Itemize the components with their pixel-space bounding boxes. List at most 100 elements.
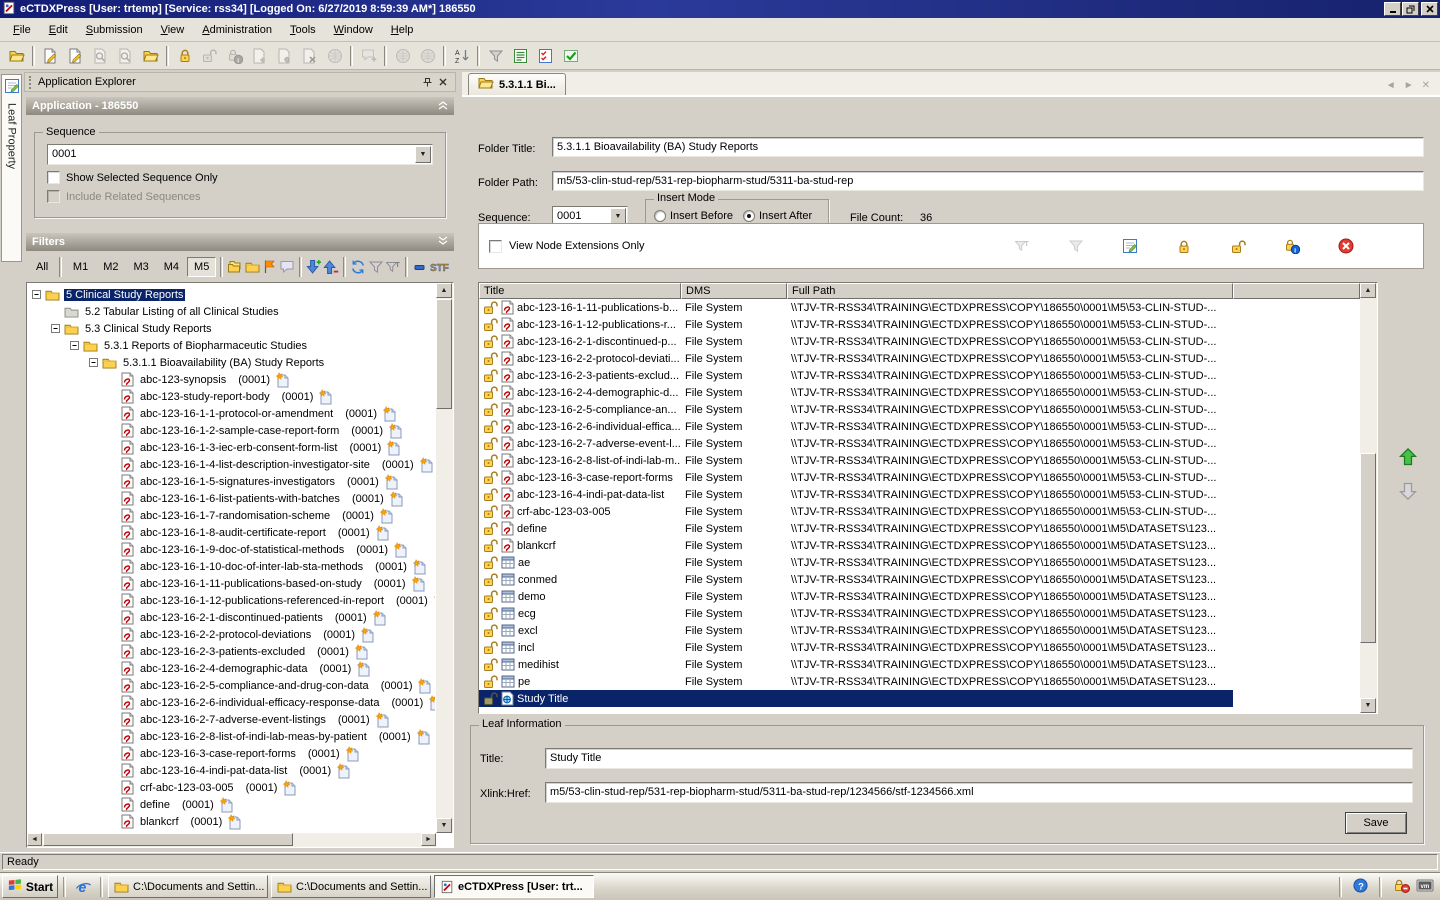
report-view-button[interactable]: [508, 44, 533, 68]
internet-explorer-icon[interactable]: e: [71, 875, 95, 898]
expander-minus-icon[interactable]: [32, 290, 41, 299]
tree-node[interactable]: abc-123-16-1-10-doc-of-inter-lab-sta-met…: [30, 558, 435, 575]
tree-node[interactable]: abc-123-16-1-11-publications-based-on-st…: [30, 575, 435, 592]
filters-section-header[interactable]: Filters: [26, 233, 454, 251]
menu-administration[interactable]: Administration: [193, 20, 281, 40]
open-application-button[interactable]: [4, 44, 29, 68]
pin-icon[interactable]: [419, 75, 435, 89]
lock-icon-button[interactable]: [1173, 235, 1195, 257]
table-row[interactable]: ecgFile System\\TJV-TR-RSS34\TRAINING\EC…: [479, 605, 1360, 622]
leaf-property-tab[interactable]: Leaf Property: [1, 74, 22, 262]
tree-node[interactable]: abc-123-16-1-7-randomisation-scheme(0001…: [30, 507, 435, 524]
menu-file[interactable]: File: [4, 20, 40, 40]
tree-node[interactable]: abc-123-16-2-1-discontinued-patients(000…: [30, 609, 435, 626]
tree-node[interactable]: abc-123-16-2-5-compliance-and-drug-con-d…: [30, 677, 435, 694]
table-row[interactable]: conmedFile System\\TJV-TR-RSS34\TRAINING…: [479, 571, 1360, 588]
sequence-combobox[interactable]: 0001 ▼: [47, 144, 433, 165]
table-vertical-scrollbar[interactable]: ▲ ▼: [1360, 283, 1377, 713]
tree-node[interactable]: abc-123-synopsis(0001): [30, 371, 435, 388]
column-header-extra[interactable]: [1233, 283, 1360, 299]
leaf-title-field[interactable]: Study Title: [545, 748, 1413, 769]
filter-gray-icon[interactable]: [367, 256, 383, 278]
table-row[interactable]: abc-123-16-2-3-patients-exclud...File Sy…: [479, 367, 1360, 384]
tree-node[interactable]: abc-123-study-report-body(0001): [30, 388, 435, 405]
tree-node[interactable]: abc-123-16-2-7-adverse-event-listings(00…: [30, 711, 435, 728]
tab-close-icon[interactable]: ✕: [1422, 80, 1430, 91]
collapse-chevron-icon[interactable]: [438, 100, 448, 113]
table-row[interactable]: demoFile System\\TJV-TR-RSS34\TRAINING\E…: [479, 588, 1360, 605]
insert-before-radio[interactable]: [654, 210, 666, 222]
vm-tray-icon[interactable]: vm: [1416, 878, 1434, 896]
menu-submission[interactable]: Submission: [77, 20, 152, 40]
table-row[interactable]: abc-123-16-2-6-individual-effica...File …: [479, 418, 1360, 435]
flag-node-icon[interactable]: [262, 256, 278, 278]
filter-tab-m2[interactable]: M2: [96, 257, 125, 277]
tree-node[interactable]: abc-123-16-1-2-sample-case-report-form(0…: [30, 422, 435, 439]
show-selected-checkbox[interactable]: [47, 171, 60, 184]
table-row[interactable]: Study Title: [479, 690, 1360, 707]
folder-title-field[interactable]: 5.3.1.1 Bioavailability (BA) Study Repor…: [552, 137, 1424, 157]
tab-prev-icon[interactable]: ◄: [1386, 80, 1396, 91]
tree-node[interactable]: 5.3.1.1 Bioavailability (BA) Study Repor…: [30, 354, 435, 371]
tab-next-icon[interactable]: ►: [1404, 80, 1414, 91]
tree-node[interactable]: abc-123-16-2-3-patients-excluded(0001): [30, 643, 435, 660]
expander-minus-icon[interactable]: [70, 341, 79, 350]
menu-window[interactable]: Window: [325, 20, 382, 40]
tree-node[interactable]: abc-123-16-1-12-publications-referenced-…: [30, 592, 435, 609]
help-tray-icon[interactable]: ?: [1353, 878, 1368, 896]
tree-vertical-scrollbar[interactable]: ▲ ▼: [436, 283, 453, 833]
move-down-button[interactable]: [1396, 479, 1420, 503]
filter-tab-m1[interactable]: M1: [66, 257, 95, 277]
dropdown-arrow-icon[interactable]: ▼: [415, 146, 431, 163]
taskbar-button-1[interactable]: C:\Documents and Settin...: [108, 875, 268, 898]
tree-node[interactable]: define(0001): [30, 796, 435, 813]
table-row[interactable]: inclFile System\\TJV-TR-RSS34\TRAINING\E…: [479, 639, 1360, 656]
refresh-icon[interactable]: [350, 256, 366, 278]
filter-text-gray-icon[interactable]: T: [385, 256, 401, 278]
validate-button[interactable]: [533, 44, 558, 68]
taskbar-button-3[interactable]: eCTDXPress [User: trt...: [434, 875, 594, 898]
import-node-icon[interactable]: [306, 256, 322, 278]
expand-chevron-icon[interactable]: [438, 236, 448, 249]
tree-node[interactable]: 5 Clinical Study Reports: [30, 286, 435, 303]
taskbar-button-2[interactable]: C:\Documents and Settin...: [271, 875, 431, 898]
lock-info-icon-button[interactable]: i: [1281, 235, 1303, 257]
tree-node[interactable]: abc-123-16-2-6-individual-efficacy-respo…: [30, 694, 435, 711]
view-node-extensions-checkbox[interactable]: [489, 240, 502, 253]
column-header-title[interactable]: Title: [479, 283, 681, 299]
table-row[interactable]: abc-123-16-2-2-protocol-deviati...File S…: [479, 350, 1360, 367]
copy-folder-icon[interactable]: [244, 256, 260, 278]
tree-node[interactable]: abc-123-16-3-case-report-forms(0001): [30, 745, 435, 762]
table-row[interactable]: abc-123-16-3-case-report-formsFile Syste…: [479, 469, 1360, 486]
tree-node[interactable]: abc-123-16-1-5-signatures-investigators(…: [30, 473, 435, 490]
table-row[interactable]: abc-123-16-4-indi-pat-data-listFile Syst…: [479, 486, 1360, 503]
filter-tab-m3[interactable]: M3: [126, 257, 155, 277]
table-row[interactable]: exclFile System\\TJV-TR-RSS34\TRAINING\E…: [479, 622, 1360, 639]
tree-node[interactable]: abc-123-16-1-8-audit-certificate-report(…: [30, 524, 435, 541]
tree-node[interactable]: abc-123-16-1-6-list-patients-with-batche…: [30, 490, 435, 507]
table-row[interactable]: abc-123-16-1-11-publications-b...File Sy…: [479, 299, 1360, 316]
start-button[interactable]: Start: [2, 875, 58, 898]
tree-node[interactable]: blankcrf(0001): [30, 813, 435, 830]
export-folder-button[interactable]: [138, 44, 163, 68]
minimize-button[interactable]: [1384, 2, 1401, 16]
tree-node[interactable]: crf-abc-123-03-005(0001): [30, 779, 435, 796]
table-row[interactable]: abc-123-16-2-8-list-of-indi-lab-m...File…: [479, 452, 1360, 469]
remove-node-icon[interactable]: [323, 256, 339, 278]
table-row[interactable]: abc-123-16-2-5-compliance-an...File Syst…: [479, 401, 1360, 418]
table-row[interactable]: medihistFile System\\TJV-TR-RSS34\TRAINI…: [479, 656, 1360, 673]
filter-tab-m5[interactable]: M5: [187, 257, 216, 277]
table-row[interactable]: peFile System\\TJV-TR-RSS34\TRAINING\ECT…: [479, 673, 1360, 690]
tree-node[interactable]: abc-123-16-2-8-list-of-indi-lab-meas-by-…: [30, 728, 435, 745]
filter-button[interactable]: [483, 44, 508, 68]
table-row[interactable]: abc-123-16-2-1-discontinued-p...File Sys…: [479, 333, 1360, 350]
table-row[interactable]: abc-123-16-1-12-publications-r...File Sy…: [479, 316, 1360, 333]
edit-document-button[interactable]: [63, 44, 88, 68]
table-row[interactable]: aeFile System\\TJV-TR-RSS34\TRAINING\ECT…: [479, 554, 1360, 571]
save-button[interactable]: Save: [1345, 812, 1407, 834]
tree-node[interactable]: abc-123-16-4-indi-pat-data-list(0001): [30, 762, 435, 779]
insert-after-radio[interactable]: [743, 210, 755, 222]
table-row[interactable]: defineFile System\\TJV-TR-RSS34\TRAINING…: [479, 520, 1360, 537]
menu-help[interactable]: Help: [382, 20, 423, 40]
table-row[interactable]: blankcrfFile System\\TJV-TR-RSS34\TRAINI…: [479, 537, 1360, 554]
